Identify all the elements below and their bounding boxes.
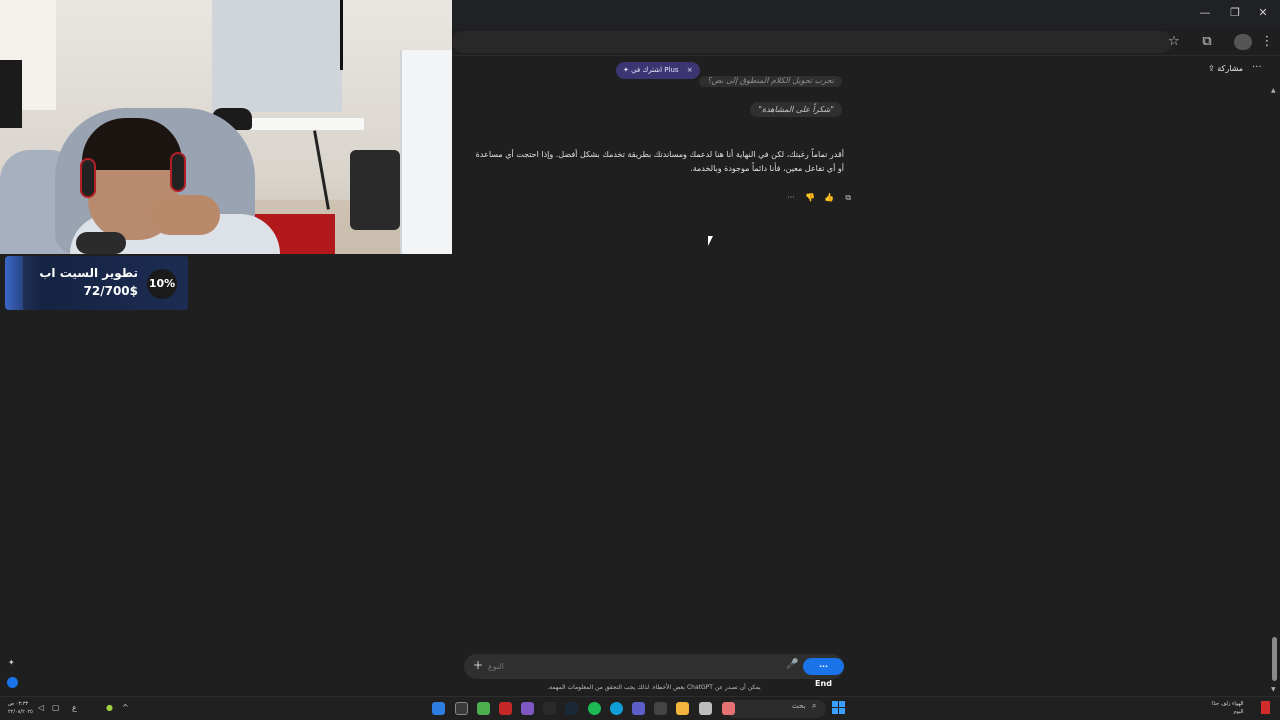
scrollbar[interactable] bbox=[1271, 84, 1278, 696]
share-icon: ⇪ bbox=[1208, 64, 1215, 73]
sparkle-icon[interactable]: ✦ bbox=[8, 658, 15, 667]
message-input[interactable] bbox=[488, 659, 788, 674]
disclaimer-text: يمكن أن تصدر عن ChatGPT بعض الأخطاء. لذل… bbox=[547, 684, 761, 691]
conversation-options-icon[interactable]: ··· bbox=[1252, 62, 1262, 73]
scroll-down-icon[interactable]: ▼ bbox=[1271, 686, 1276, 693]
media-app-icon[interactable] bbox=[499, 702, 512, 715]
shield-app-icon[interactable] bbox=[477, 702, 490, 715]
microphone-icon[interactable]: 🎤 bbox=[786, 659, 798, 670]
discord-app-icon[interactable] bbox=[521, 702, 534, 715]
plus-banner-close-icon[interactable]: × bbox=[687, 66, 693, 74]
capcut-app-icon[interactable] bbox=[455, 702, 468, 715]
profile-avatar[interactable] bbox=[1234, 34, 1252, 50]
copy-icon[interactable]: ⧉ bbox=[841, 193, 855, 203]
close-button[interactable]: ✕ bbox=[1254, 6, 1272, 19]
mouse-cursor-icon bbox=[708, 236, 713, 246]
edge-app-icon[interactable] bbox=[610, 702, 623, 715]
weather-text: الهواء زلق، جدًا bbox=[1212, 701, 1244, 707]
user-message: "شكراً على المشاهدة" bbox=[750, 102, 842, 117]
address-bar[interactable] bbox=[452, 31, 1172, 53]
steam-app-icon[interactable] bbox=[565, 702, 578, 715]
puzzle-icon[interactable]: ⧉ bbox=[1198, 33, 1216, 51]
volume-icon[interactable]: ◁ bbox=[38, 703, 44, 712]
notes-app-icon[interactable] bbox=[699, 702, 712, 715]
more-actions-icon[interactable]: ··· bbox=[784, 193, 798, 202]
share-button[interactable]: ⇪ مشاركة bbox=[1208, 64, 1243, 73]
attach-plus-icon[interactable]: + bbox=[473, 658, 483, 672]
scrollbar-thumb[interactable] bbox=[1272, 637, 1277, 681]
goal-percent-badge: 10% bbox=[147, 269, 177, 299]
weather-subtext: اليوم bbox=[1233, 709, 1244, 715]
tray-overflow-icon[interactable]: ^ bbox=[122, 703, 129, 712]
taskbar-search[interactable] bbox=[726, 700, 826, 718]
goal-amount: 72/700$ bbox=[83, 284, 138, 298]
clock[interactable]: ٠٣:٣٣ ص ٢٢/٠٨/٢٠٢٥ bbox=[8, 700, 33, 716]
voice-wave-icon: ··· bbox=[818, 662, 829, 671]
language-icon[interactable]: ع bbox=[72, 703, 77, 712]
share-label: مشاركة bbox=[1217, 64, 1244, 73]
assistant-message: أقدر تماماً رغبتك، لكن في النهاية أنا هن… bbox=[475, 150, 844, 173]
user-message-partial: تجرب تحويل الكلام المنطوق إلى نص؟ bbox=[699, 76, 842, 87]
kebab-menu-icon[interactable]: ⋮ bbox=[1258, 33, 1276, 51]
taskbar: ٠٣:٣٣ ص ٢٢/٠٨/٢٠٢٥ ◁ ▢ ع ● ^ بحث ⌕ الهوا… bbox=[0, 696, 1280, 720]
store-app-icon[interactable] bbox=[654, 702, 667, 715]
webcam-overlay bbox=[0, 0, 452, 254]
search-label: بحث bbox=[792, 702, 806, 710]
thumbs-down-icon[interactable]: 👎 bbox=[803, 193, 817, 202]
clock-date: ٢٢/٠٨/٢٠٢٥ bbox=[8, 709, 33, 715]
scroll-up-icon[interactable]: ▲ bbox=[1271, 87, 1276, 94]
nvidia-icon[interactable]: ● bbox=[106, 703, 113, 712]
message-composer: + 🎤 ··· End bbox=[464, 654, 844, 688]
restore-button[interactable]: ❐ bbox=[1226, 6, 1244, 19]
clock-time: ٠٣:٣٣ ص bbox=[8, 701, 29, 707]
message-actions: ··· 👎 👍 ⧉ bbox=[784, 185, 855, 202]
thumbs-up-icon[interactable]: 👍 bbox=[822, 193, 836, 202]
upgrade-plus-banner[interactable]: ✦ اشترك في Plus × bbox=[616, 62, 700, 79]
goal-title: تطوير السيت اب bbox=[39, 266, 138, 280]
terminal-app-icon[interactable] bbox=[543, 702, 556, 715]
search-icon: ⌕ bbox=[812, 701, 817, 710]
donation-goal-widget: تطوير السيت اب 72/700$ 10% bbox=[5, 256, 188, 310]
screen: — ❐ ✕ ☆ ⧉ ⋮ ✦ اشترك في Plus × ⇪ مشاركة ·… bbox=[0, 0, 1280, 720]
weather-widget[interactable]: الهواء زلق، جدًا اليوم bbox=[1212, 700, 1244, 716]
file-explorer-icon[interactable] bbox=[676, 702, 689, 715]
notification-icon[interactable] bbox=[1261, 701, 1270, 714]
minimize-button[interactable]: — bbox=[1196, 6, 1214, 19]
star-icon[interactable]: ☆ bbox=[1165, 33, 1183, 51]
spotify-app-icon[interactable] bbox=[588, 702, 601, 715]
vscode-app-icon[interactable] bbox=[632, 702, 645, 715]
account-avatar[interactable] bbox=[7, 677, 18, 688]
chat-header bbox=[452, 57, 1280, 83]
end-voice-button[interactable]: ··· End bbox=[803, 658, 844, 688]
widget-app-icon[interactable] bbox=[722, 702, 735, 715]
chrome-app-icon[interactable] bbox=[432, 702, 445, 715]
windows-start-icon[interactable] bbox=[832, 701, 845, 714]
network-icon[interactable]: ▢ bbox=[52, 703, 60, 712]
plus-banner-label: ✦ اشترك في Plus bbox=[623, 66, 679, 74]
